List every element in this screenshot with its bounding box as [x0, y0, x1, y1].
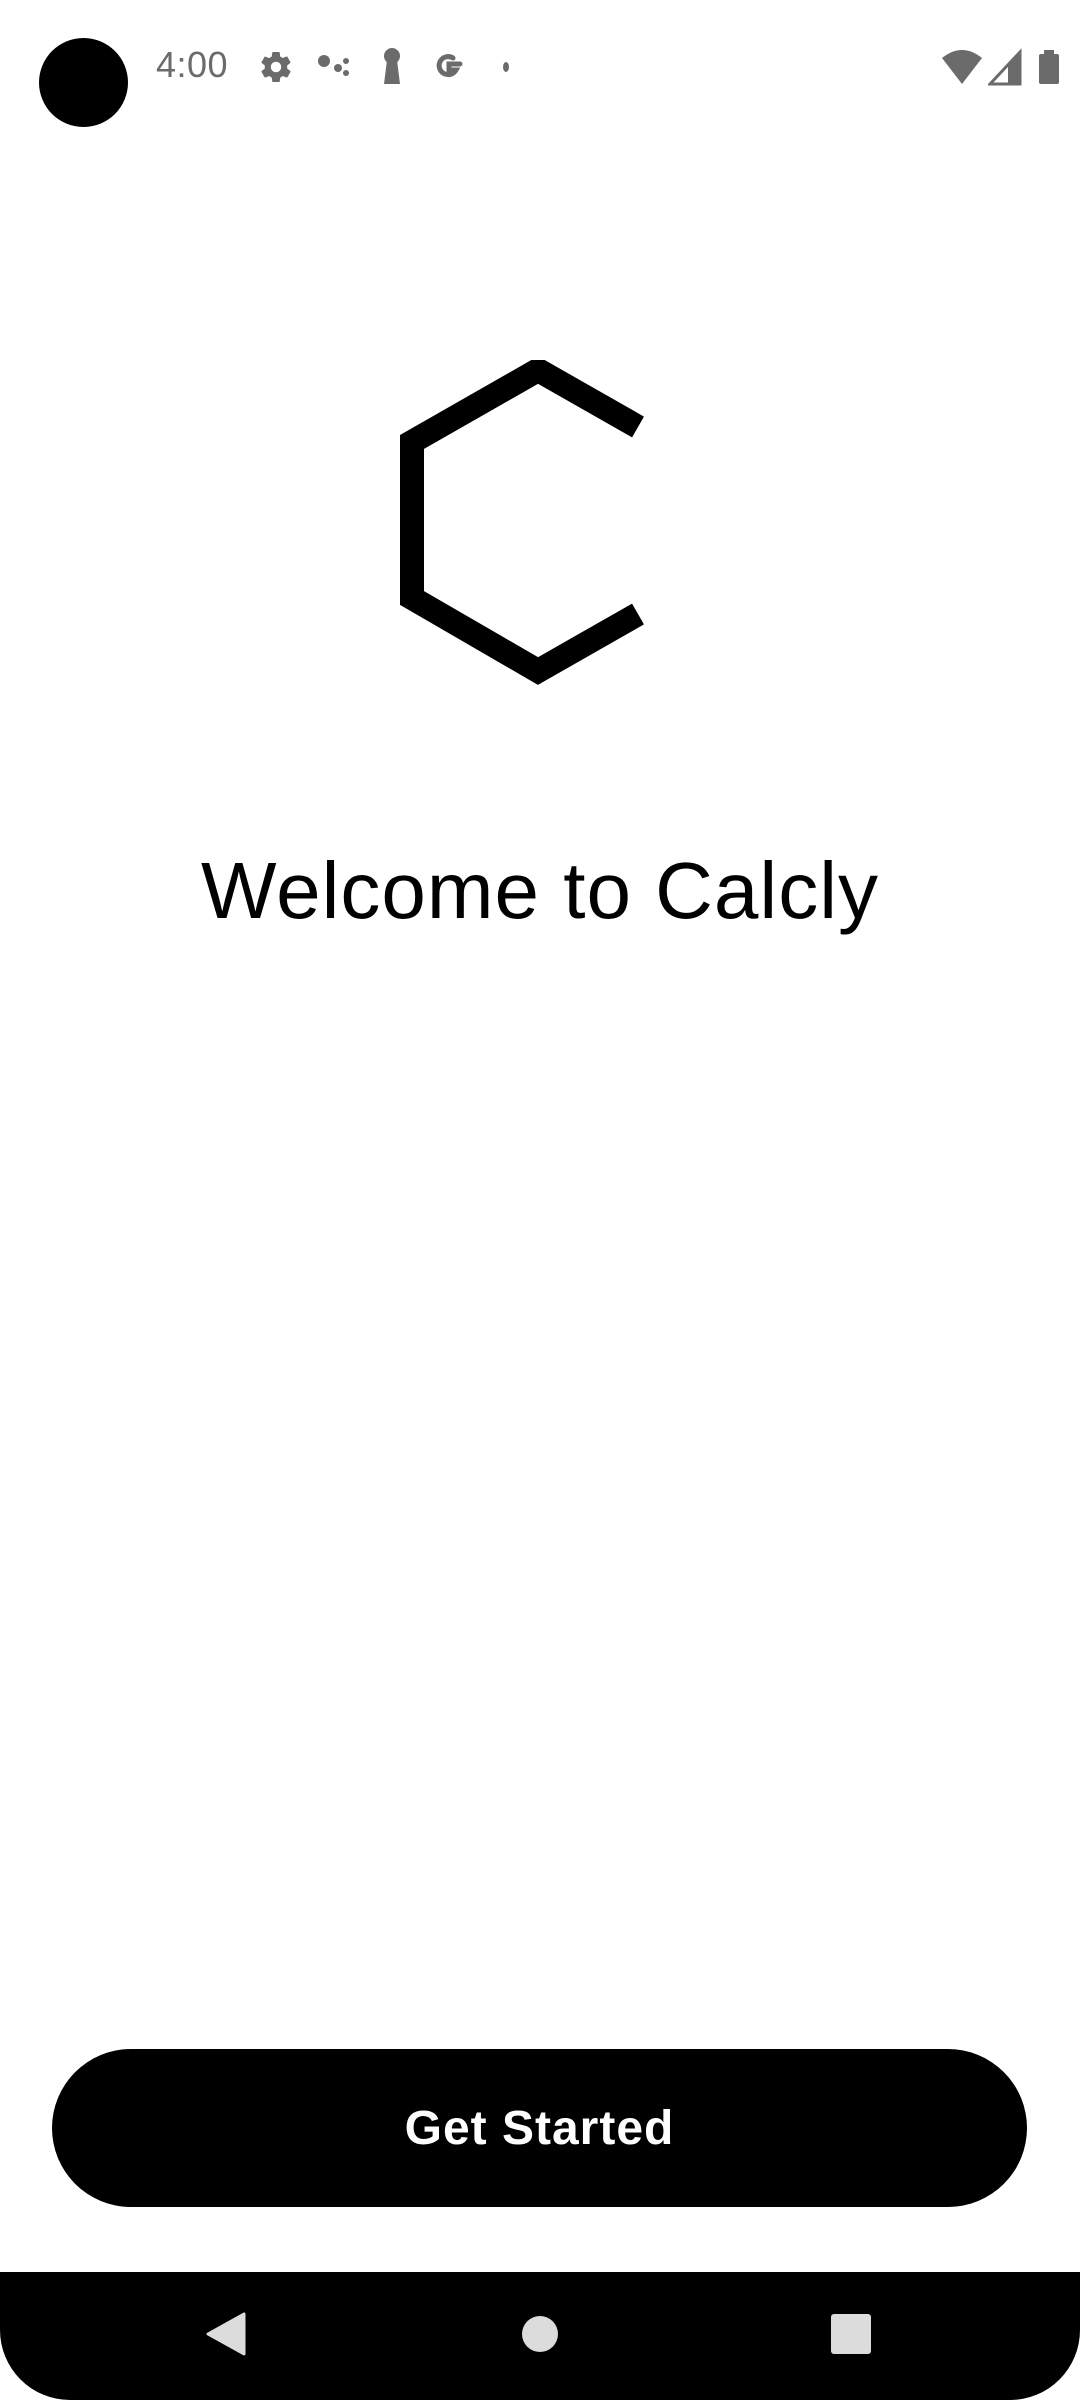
calcly-logo	[390, 356, 650, 690]
google-icon	[430, 46, 468, 88]
back-button[interactable]	[146, 2272, 306, 2400]
welcome-title: Welcome to Calcly	[201, 846, 879, 935]
navigation-bar	[0, 2272, 1080, 2400]
back-icon	[204, 2310, 248, 2363]
status-bar: 4:00	[0, 0, 1080, 140]
status-time: 4:00	[156, 44, 229, 85]
recents-button[interactable]	[771, 2272, 931, 2400]
battery-icon	[1038, 46, 1060, 88]
recents-icon	[830, 2313, 872, 2360]
assistant-dots-icon	[316, 46, 352, 88]
keyhole-icon	[378, 46, 406, 88]
cell-signal-icon	[988, 46, 1022, 88]
home-icon	[520, 2314, 560, 2359]
welcome-screen: 4:00 Welcome to Calcly Get Started	[0, 0, 1080, 2400]
wifi-icon	[940, 46, 984, 88]
settings-icon	[258, 46, 294, 88]
camera-cutout	[39, 38, 128, 127]
get-started-button[interactable]: Get Started	[52, 2049, 1027, 2207]
small-dot-icon	[500, 46, 512, 88]
home-button[interactable]	[460, 2272, 620, 2400]
